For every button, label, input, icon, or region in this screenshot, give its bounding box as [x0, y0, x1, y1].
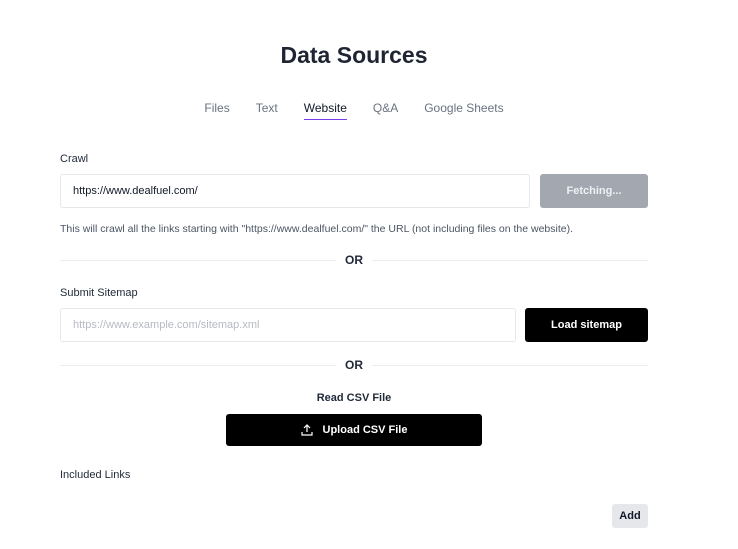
included-links-label: Included Links — [60, 469, 131, 481]
sitemap-url-input[interactable] — [60, 308, 516, 342]
csv-label: Read CSV File — [316, 392, 392, 404]
tab-files[interactable]: Files — [204, 101, 229, 120]
or-divider: OR — [60, 358, 648, 372]
divider-line — [372, 259, 648, 261]
divider-line — [60, 259, 336, 261]
crawl-hint: This will crawl all the links starting w… — [60, 223, 574, 235]
divider-line — [372, 364, 648, 366]
upload-icon — [300, 424, 313, 436]
tab-qa[interactable]: Q&A — [373, 101, 398, 120]
tab-google-sheets[interactable]: Google Sheets — [424, 101, 503, 120]
or-label: OR — [345, 358, 363, 372]
crawl-label: Crawl — [60, 153, 89, 165]
load-sitemap-button[interactable]: Load sitemap — [525, 308, 648, 342]
divider-line — [60, 364, 336, 366]
data-sources-page: Data Sources Files Text Website Q&A Goog… — [0, 0, 738, 549]
crawl-url-input[interactable] — [60, 174, 530, 208]
fetch-button[interactable]: Fetching... — [540, 174, 648, 208]
page-title: Data Sources — [280, 42, 428, 68]
add-link-button[interactable]: Add — [612, 504, 648, 528]
sitemap-label: Submit Sitemap — [60, 287, 138, 299]
upload-csv-label: Upload CSV File — [322, 424, 408, 436]
source-tabs: Files Text Website Q&A Google Sheets — [0, 101, 708, 120]
or-divider: OR — [60, 253, 648, 267]
or-label: OR — [345, 253, 363, 267]
tab-website[interactable]: Website — [303, 101, 347, 120]
tab-text[interactable]: Text — [256, 101, 278, 120]
upload-csv-button[interactable]: Upload CSV File — [226, 414, 482, 446]
